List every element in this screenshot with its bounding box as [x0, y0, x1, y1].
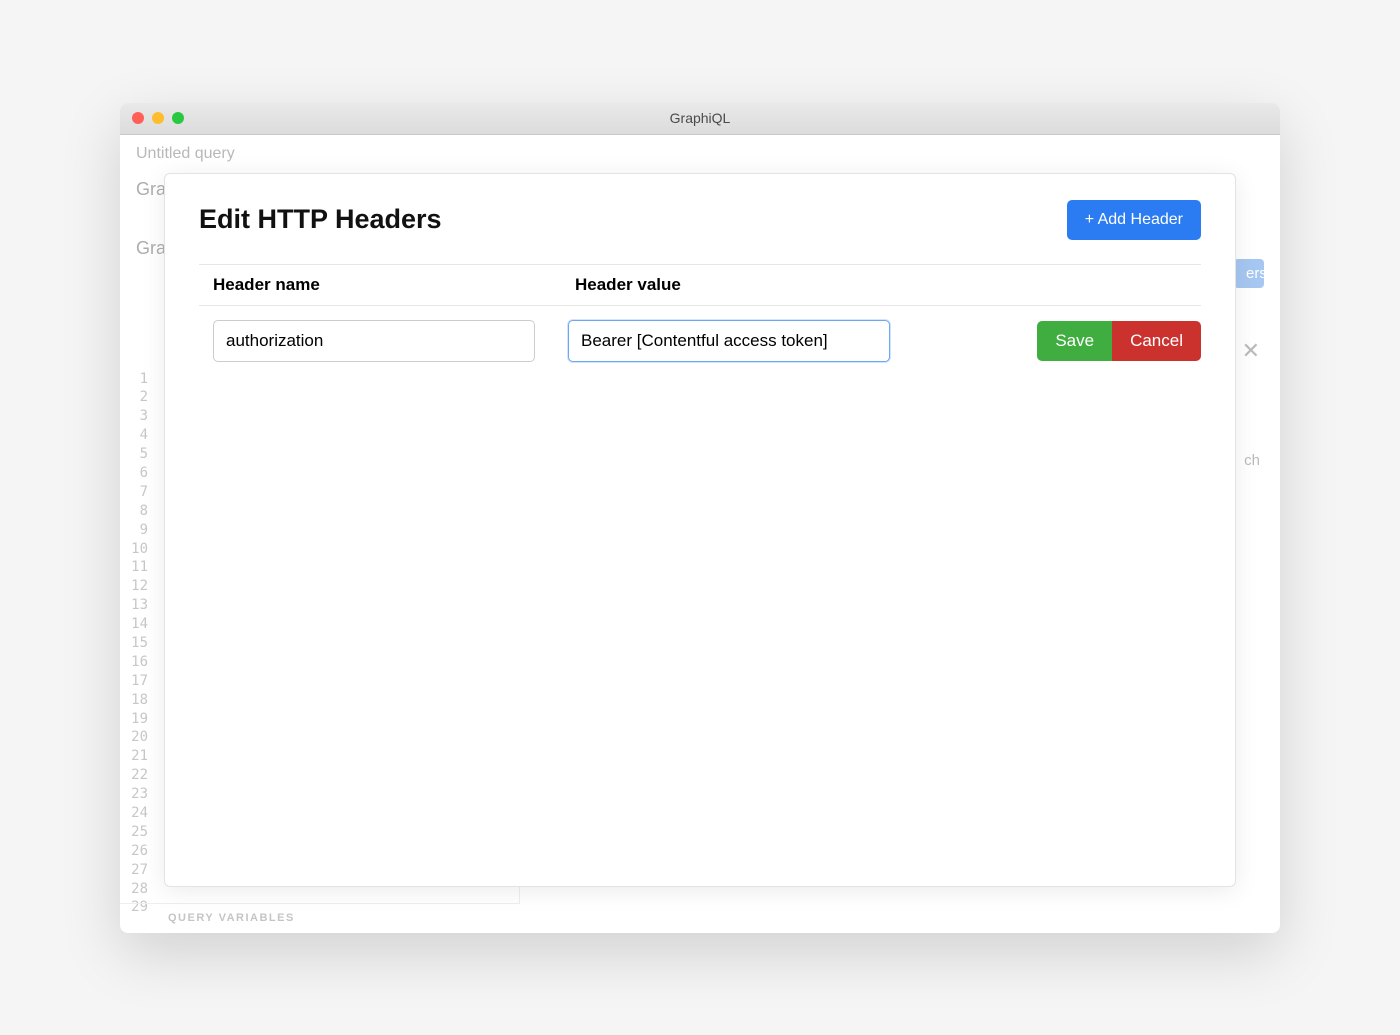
titlebar: GraphiQL — [120, 103, 1280, 135]
line-number: 7 — [120, 483, 148, 502]
column-header-value: Header value — [569, 275, 1201, 295]
window-title: GraphiQL — [670, 110, 731, 126]
cancel-button[interactable]: Cancel — [1112, 321, 1201, 361]
edit-headers-button-fragment[interactable]: ers — [1234, 259, 1264, 288]
line-number: 3 — [120, 407, 148, 426]
line-number: 22 — [120, 766, 148, 785]
line-number: 28 — [120, 880, 148, 899]
header-name-input[interactable] — [213, 320, 535, 362]
line-number: 16 — [120, 653, 148, 672]
line-number: 2 — [120, 388, 148, 407]
line-number: 9 — [120, 521, 148, 540]
headers-table-header: Header name Header value — [199, 264, 1201, 306]
line-number: 5 — [120, 445, 148, 464]
line-number: 23 — [120, 785, 148, 804]
line-number: 10 — [120, 540, 148, 559]
line-number: 14 — [120, 615, 148, 634]
query-variables-label[interactable]: QUERY VARIABLES — [120, 903, 520, 933]
line-number: 24 — [120, 804, 148, 823]
minimize-window-icon[interactable] — [152, 112, 164, 124]
line-number: 25 — [120, 823, 148, 842]
line-number: 26 — [120, 842, 148, 861]
modal-title: Edit HTTP Headers — [199, 204, 442, 235]
bg-endpoint-fragment: Gra — [136, 238, 166, 259]
close-window-icon[interactable] — [132, 112, 144, 124]
line-number: 13 — [120, 596, 148, 615]
docs-search-fragment: ch — [1244, 452, 1264, 469]
line-number: 20 — [120, 728, 148, 747]
line-number: 27 — [120, 861, 148, 880]
line-number: 19 — [120, 710, 148, 729]
line-number: 12 — [120, 577, 148, 596]
header-value-input[interactable] — [568, 320, 890, 362]
line-number: 4 — [120, 426, 148, 445]
column-header-name: Header name — [199, 275, 569, 295]
line-number: 17 — [120, 672, 148, 691]
save-button[interactable]: Save — [1037, 321, 1112, 361]
line-number: 21 — [120, 747, 148, 766]
add-header-button[interactable]: + Add Header — [1067, 200, 1201, 240]
line-number: 18 — [120, 691, 148, 710]
traffic-lights — [120, 112, 184, 124]
header-row: Save Cancel — [199, 306, 1201, 376]
line-number: 11 — [120, 558, 148, 577]
line-number: 15 — [120, 634, 148, 653]
line-number: 8 — [120, 502, 148, 521]
close-icon[interactable]: ✕ — [1242, 338, 1264, 364]
edit-http-headers-modal: Edit HTTP Headers + Add Header Header na… — [164, 173, 1236, 887]
maximize-window-icon[interactable] — [172, 112, 184, 124]
app-window: GraphiQL Untitled query Grap Gra 1234567… — [120, 103, 1280, 933]
line-gutter: 1234567891011121314151617181920212223242… — [120, 368, 156, 903]
line-number: 1 — [120, 370, 148, 389]
row-actions: Save Cancel — [1037, 321, 1201, 361]
line-number: 6 — [120, 464, 148, 483]
